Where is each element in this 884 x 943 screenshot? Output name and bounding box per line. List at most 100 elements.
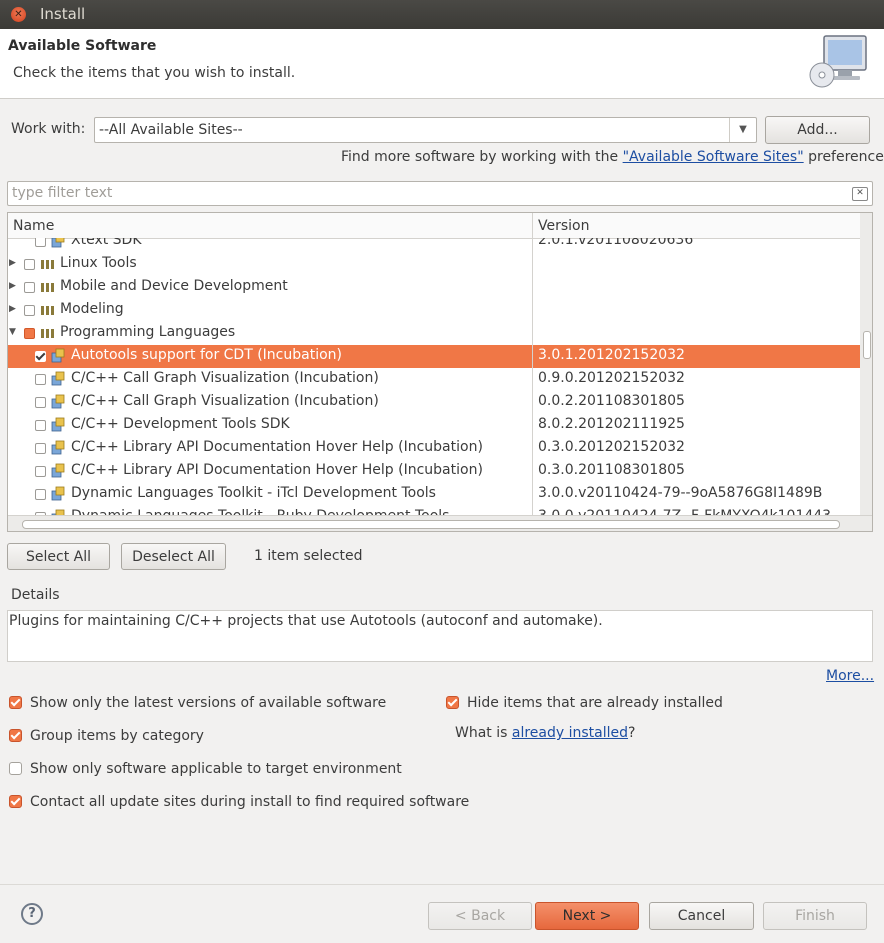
column-header-name[interactable]: Name	[13, 218, 54, 234]
what-is-prefix: What is	[455, 725, 512, 741]
tree-feature-row[interactable]: C/C++ Call Graph Visualization (Incubati…	[8, 368, 860, 391]
vertical-scroll-thumb[interactable]	[863, 331, 871, 359]
feature-plugin-icon	[51, 348, 65, 363]
window-close-button[interactable]: ✕	[11, 7, 26, 22]
tree-row-label: Dynamic Languages Toolkit - iTcl Develop…	[71, 485, 436, 501]
chevron-down-icon[interactable]: ▼	[729, 118, 756, 142]
what-is-installed-text: What is already installed?	[455, 725, 635, 741]
work-with-combo[interactable]: --All Available Sites-- ▼	[94, 117, 757, 143]
deselect-all-button[interactable]: Deselect All	[121, 543, 226, 570]
details-text-area: Plugins for maintaining C/C++ projects t…	[7, 610, 873, 662]
tree-feature-row[interactable]: Autotools support for CDT (Incubation) 3.…	[8, 345, 860, 368]
group-by-category-label: Group items by category	[30, 728, 204, 744]
hide-installed-box[interactable]	[446, 696, 459, 709]
collapsed-arrow-icon[interactable]: ▶	[9, 304, 16, 314]
tree-feature-row[interactable]: Xtext SDK 2.0.1.v201108020636	[8, 238, 860, 253]
tree-category-row[interactable]: ▶ Mobile and Device Development	[8, 276, 860, 299]
tree-horizontal-scrollbar[interactable]	[8, 515, 872, 531]
tree-row-checkbox[interactable]	[35, 374, 46, 385]
what-is-suffix: ?	[628, 725, 636, 741]
already-installed-link[interactable]: already installed	[512, 725, 628, 741]
find-more-suffix: preferences.	[808, 149, 884, 165]
tree-row-label: C/C++ Call Graph Visualization (Incubati…	[71, 393, 379, 409]
tree-row-label: Autotools support for CDT (Incubation)	[71, 347, 342, 363]
tree-category-row[interactable]: ▼ Programming Languages	[8, 322, 860, 345]
details-more-link[interactable]: More...	[826, 668, 874, 684]
horizontal-scroll-thumb[interactable]	[22, 520, 840, 529]
tree-category-row[interactable]: ▶ Linux Tools	[8, 253, 860, 276]
feature-plugin-icon	[51, 440, 65, 455]
expanded-arrow-icon[interactable]: ▼	[9, 327, 16, 337]
tree-row-label: Xtext SDK	[71, 238, 142, 248]
add-site-button[interactable]: Add...	[765, 116, 870, 144]
page-subtitle: Check the items that you wish to install…	[13, 65, 296, 81]
tree-feature-row[interactable]: Dynamic Languages Toolkit - iTcl Develop…	[8, 483, 860, 506]
clear-filter-icon[interactable]: ✕	[852, 187, 868, 201]
tree-row-label: Mobile and Device Development	[60, 278, 288, 294]
feature-plugin-icon	[51, 486, 65, 501]
tree-row-checkbox[interactable]	[24, 282, 35, 293]
select-all-button[interactable]: Select All	[7, 543, 110, 570]
tree-row-checkbox[interactable]	[24, 259, 35, 270]
tree-row-checkbox[interactable]	[35, 351, 46, 362]
collapsed-arrow-icon[interactable]: ▶	[9, 258, 16, 268]
tree-feature-row[interactable]: C/C++ Library API Documentation Hover He…	[8, 437, 860, 460]
tree-row-version: 3.0.0.v20110424-79--9oA5876G8I1489B	[538, 485, 823, 501]
feature-plugin-icon	[51, 463, 65, 478]
tree-row-version: 3.0.1.201202152032	[538, 347, 685, 363]
tree-row-checkbox[interactable]	[35, 443, 46, 454]
next-button[interactable]: Next >	[535, 902, 639, 930]
software-tree[interactable]: Name Version Xtext SDK 2.0.1.v20110802063…	[7, 212, 873, 532]
cancel-button[interactable]: Cancel	[649, 902, 754, 930]
column-header-version[interactable]: Version	[538, 218, 589, 234]
tree-row-label: Modeling	[60, 301, 124, 317]
contact-sites-label: Contact all update sites during install …	[30, 794, 470, 810]
available-software-sites-link[interactable]: "Available Software Sites"	[623, 149, 804, 165]
help-icon[interactable]: ?	[21, 903, 43, 925]
tree-row-checkbox[interactable]	[35, 397, 46, 408]
tree-row-label: C/C++ Development Tools SDK	[71, 416, 290, 432]
tree-row-checkbox[interactable]	[35, 489, 46, 500]
tree-feature-row[interactable]: C/C++ Development Tools SDK 8.0.2.2012021…	[8, 414, 860, 437]
tree-row-checkbox[interactable]	[35, 420, 46, 431]
tree-row-version: 0.0.2.201108301805	[538, 393, 685, 409]
page-title: Available Software	[8, 38, 157, 54]
tree-row-version: 2.0.1.v201108020636	[538, 238, 694, 248]
tree-feature-row[interactable]: C/C++ Call Graph Visualization (Incubati…	[8, 391, 860, 414]
filter-placeholder: type filter text	[12, 185, 113, 201]
tree-row-checkbox[interactable]	[24, 305, 35, 316]
tree-row-label: C/C++ Library API Documentation Hover He…	[71, 462, 483, 478]
details-text: Plugins for maintaining C/C++ projects t…	[9, 613, 603, 629]
tree-vertical-scrollbar[interactable]	[860, 213, 872, 515]
group-by-category-box[interactable]	[9, 729, 22, 742]
tree-feature-row[interactable]: C/C++ Library API Documentation Hover He…	[8, 460, 860, 483]
work-with-value: --All Available Sites--	[99, 122, 243, 138]
tree-row-label: Programming Languages	[60, 324, 236, 340]
column-separator[interactable]	[532, 213, 533, 515]
tree-row-version: 3.0.0.v20110424-7Z--F-FkMYXO4k101443	[538, 508, 831, 515]
window-title: Install	[40, 5, 86, 23]
hide-installed-label: Hide items that are already installed	[467, 695, 723, 711]
tree-row-checkbox[interactable]	[24, 328, 35, 339]
wizard-header: Available Software Check the items that …	[0, 29, 884, 99]
tree-feature-row[interactable]: Dynamic Languages Toolkit - Ruby Develop…	[8, 506, 860, 515]
category-icon	[41, 306, 54, 315]
filter-input[interactable]: type filter text ✕	[7, 181, 873, 206]
collapsed-arrow-icon[interactable]: ▶	[9, 281, 16, 291]
install-monitor-icon	[809, 35, 867, 88]
feature-plugin-icon	[51, 371, 65, 386]
find-more-prefix: Find more software by working with the	[341, 149, 623, 165]
tree-row-checkbox[interactable]	[35, 238, 46, 247]
tree-row-label: Dynamic Languages Toolkit - Ruby Develop…	[71, 508, 449, 515]
target-env-label: Show only software applicable to target …	[30, 761, 402, 777]
tree-row-checkbox[interactable]	[35, 466, 46, 477]
latest-only-label: Show only the latest versions of availab…	[30, 695, 387, 711]
tree-category-row[interactable]: ▶ Modeling	[8, 299, 860, 322]
tree-row-version: 0.3.0.201108301805	[538, 462, 685, 478]
finish-button[interactable]: Finish	[763, 902, 867, 930]
back-button[interactable]: < Back	[428, 902, 532, 930]
latest-only-box[interactable]	[9, 696, 22, 709]
target-env-box[interactable]	[9, 762, 22, 775]
tree-row-label: C/C++ Call Graph Visualization (Incubati…	[71, 370, 379, 386]
contact-sites-box[interactable]	[9, 795, 22, 808]
